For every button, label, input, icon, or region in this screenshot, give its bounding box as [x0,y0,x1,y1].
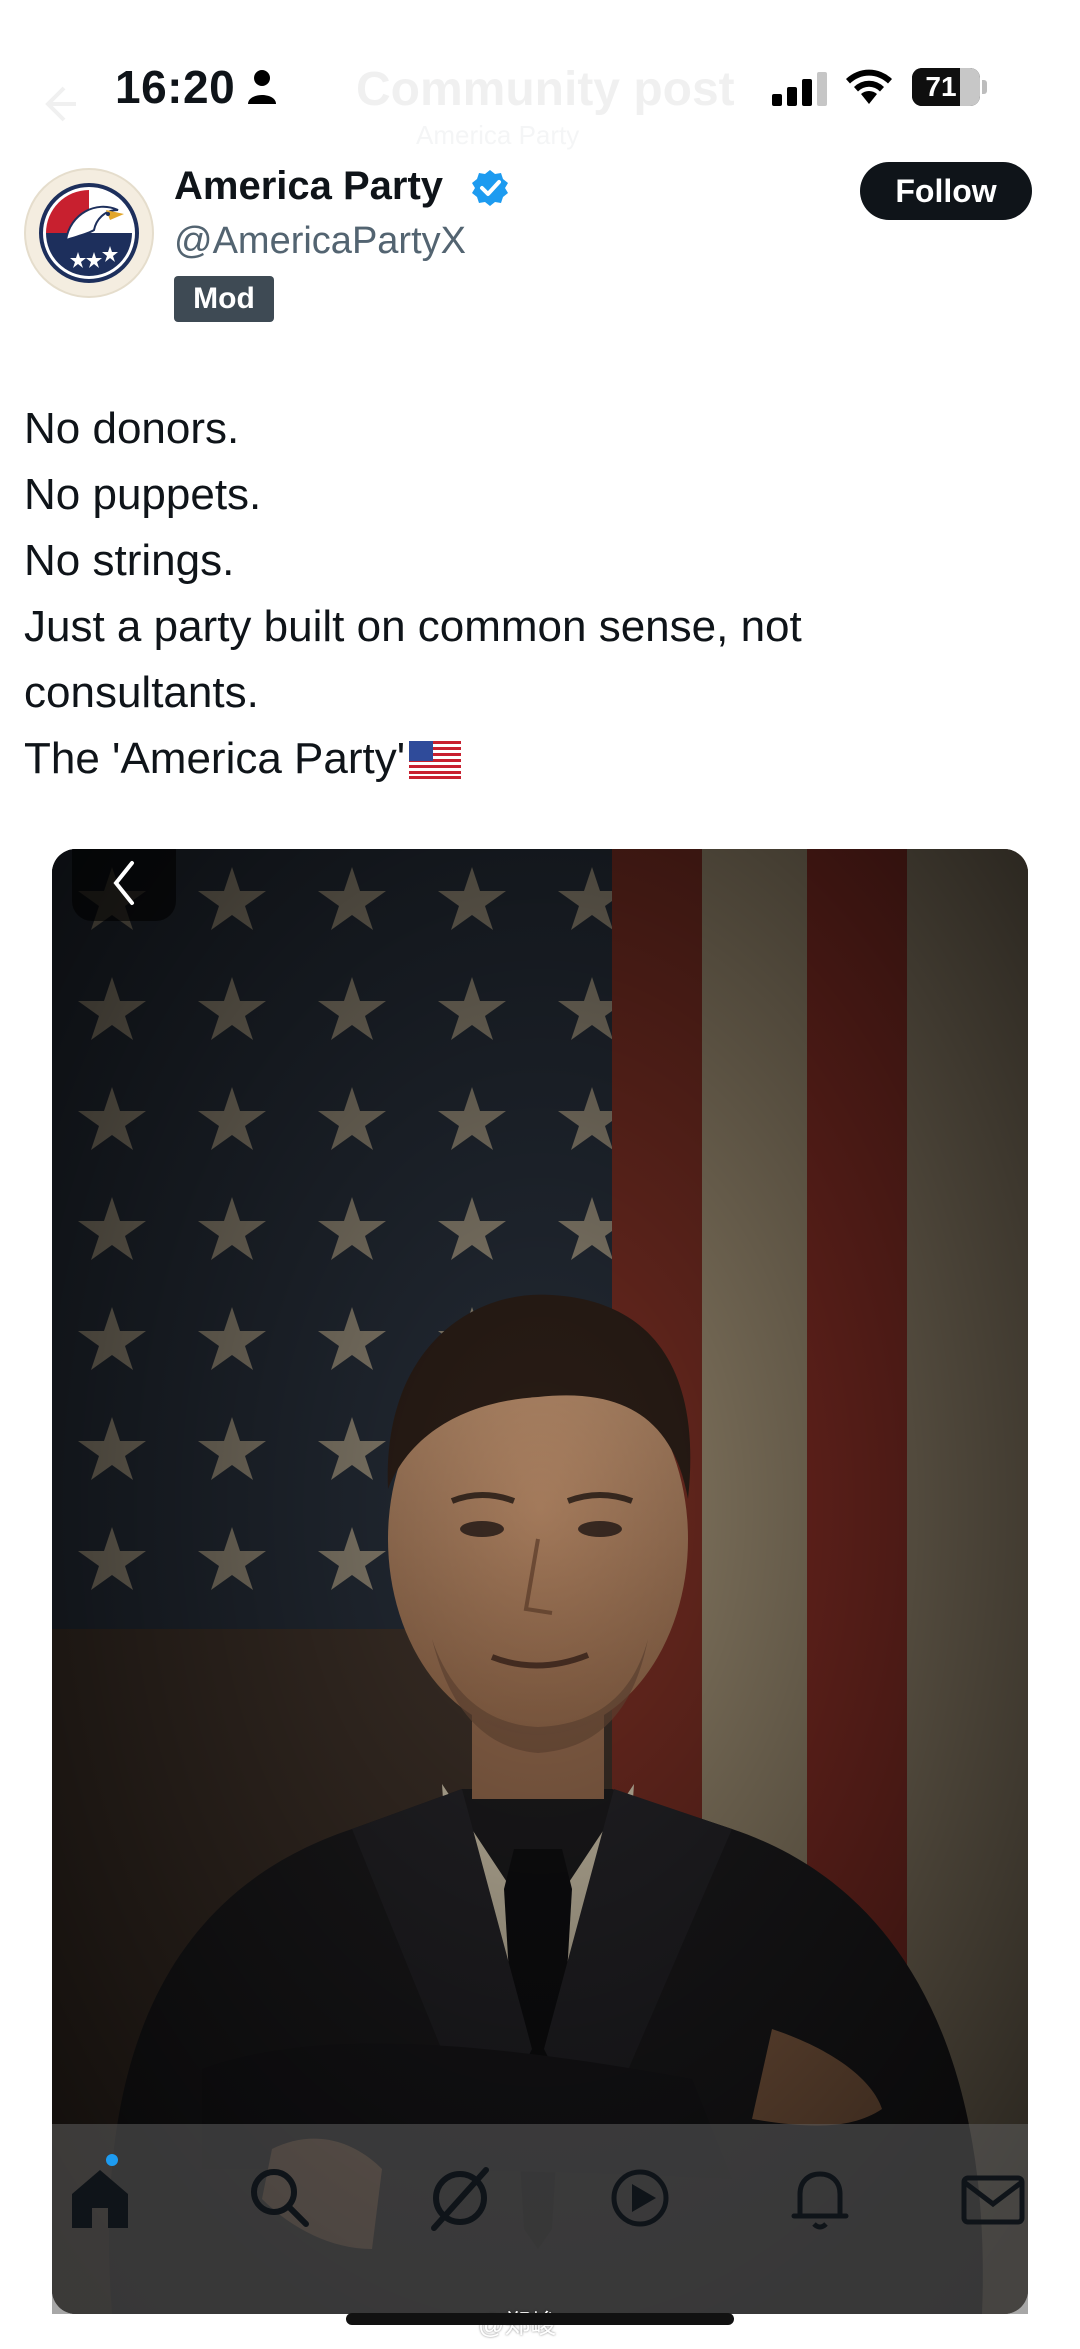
home-icon[interactable] [60,2158,140,2238]
eagle-logo-icon [39,183,139,283]
display-name[interactable]: America Party [174,164,443,209]
play-icon[interactable] [600,2158,680,2238]
battery-cap [982,80,987,94]
verified-badge-icon [472,170,508,206]
wifi-icon [846,69,892,104]
grok-icon[interactable] [420,2158,500,2238]
nav-title: Community post [356,63,735,116]
search-icon[interactable] [240,2158,320,2238]
post-text: No donors. No puppets. No strings. Just … [24,396,1024,792]
battery-indicator: 71 [912,68,980,106]
back-arrow-icon[interactable] [36,82,80,126]
battery-level: 71 [925,71,957,102]
follow-button[interactable]: Follow [860,162,1032,220]
us-flag-icon [409,741,462,779]
user-handle[interactable]: @AmericaPartyX [174,220,466,263]
top-bar: Community post America Party 16:20 71 [0,0,1080,168]
post-line: Just a party built on common sense, not [24,602,802,651]
post-image[interactable] [52,849,1028,2314]
post-line: No puppets. [24,470,262,519]
post-line-last: The 'America Party' [24,726,1024,792]
cellular-signal-icon [772,72,827,106]
person-icon [248,70,276,104]
mail-icon[interactable] [960,2158,1028,2238]
mod-badge: Mod [174,276,274,322]
post-line: No donors. [24,404,240,453]
portrait-image [52,849,1028,2314]
home-indicator [346,2313,734,2325]
bell-icon[interactable] [780,2158,860,2238]
notification-dot [106,2154,118,2166]
chevron-left-icon [113,861,134,905]
nav-subtitle: America Party [416,120,580,150]
post-line: consultants. [24,668,259,717]
status-time: 16:20 [115,61,236,113]
post-line: No strings. [24,536,235,585]
avatar[interactable] [24,168,154,298]
bottom-tab-bar [52,2124,1028,2314]
media-back-button[interactable] [72,849,176,921]
post-line-text: The 'America Party' [24,734,406,783]
